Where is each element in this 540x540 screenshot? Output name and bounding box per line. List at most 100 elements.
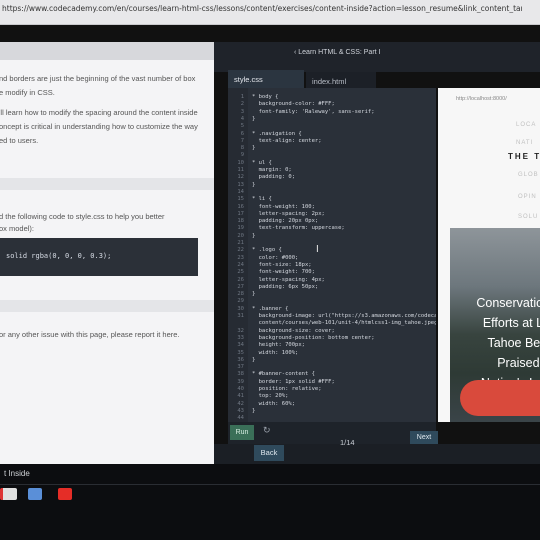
next-button[interactable]: Next bbox=[410, 431, 438, 445]
line-number: 27 bbox=[237, 283, 244, 290]
code-line[interactable]: padding: 6px 50px; bbox=[252, 284, 319, 290]
code-line[interactable]: border: 1px solid #FFF; bbox=[252, 379, 335, 385]
code-snippet: solid rgba(0, 0, 0, 0.3); bbox=[0, 238, 198, 276]
code-line[interactable]: margin: 0; bbox=[252, 167, 292, 173]
line-number: 26 bbox=[237, 276, 244, 283]
line-number: 28 bbox=[237, 291, 244, 298]
line-number: 7 bbox=[240, 137, 244, 144]
line-number: 13 bbox=[237, 181, 244, 188]
code-line[interactable]: * body { bbox=[252, 94, 279, 100]
url-text[interactable]: https://www.codecademy.com/en/courses/le… bbox=[2, 4, 522, 13]
line-number: 25 bbox=[237, 269, 244, 276]
line-number: 44 bbox=[237, 415, 244, 422]
line-number: 1 bbox=[240, 94, 244, 100]
code-line[interactable]: padding: 20px 0px; bbox=[252, 218, 319, 224]
preview-logo: THE TER bbox=[508, 152, 540, 161]
code-editor[interactable]: 1 * body {2 background-color: #FFF; 3 font… bbox=[228, 88, 436, 422]
preview-nav-item[interactable]: LOCA bbox=[516, 122, 536, 128]
line-number: 6 bbox=[240, 130, 244, 137]
code-line[interactable]: background-size: cover; bbox=[252, 328, 335, 334]
preview-nav-item[interactable]: NATI bbox=[516, 140, 533, 146]
code-line[interactable]: background-image: url("https://s3.amazon… bbox=[252, 313, 436, 319]
line-number: 4 bbox=[240, 115, 244, 122]
code-line[interactable]: * .banner { bbox=[252, 306, 288, 312]
code-line[interactable]: text-transform: uppercase; bbox=[252, 225, 345, 231]
line-number: 22 bbox=[237, 247, 244, 254]
headline-line: Conservation bbox=[476, 296, 540, 310]
code-line[interactable]: } bbox=[252, 145, 255, 151]
divider-band bbox=[0, 300, 214, 312]
line-number: 41 bbox=[237, 393, 244, 400]
code-line[interactable]: } bbox=[252, 182, 255, 188]
youtube-icon[interactable] bbox=[58, 488, 72, 500]
code-line[interactable]: * #banner-content { bbox=[252, 371, 315, 377]
preview-boat-image bbox=[460, 380, 540, 416]
code-line[interactable]: } bbox=[252, 116, 255, 122]
code-line[interactable]: width: 100%; bbox=[252, 350, 299, 356]
preview-nav-item[interactable]: GLOB bbox=[518, 172, 539, 178]
code-line[interactable]: padding: 0; bbox=[252, 174, 295, 180]
instruction-line: 'll learn how to modify the spacing arou… bbox=[0, 108, 198, 117]
code-line[interactable]: height: 700px; bbox=[252, 342, 305, 348]
code-line[interactable]: * ul { bbox=[252, 160, 272, 166]
docs-icon[interactable] bbox=[28, 488, 42, 500]
line-number: 32 bbox=[237, 327, 244, 334]
course-header: ‹ Learn HTML & CSS: Part I bbox=[214, 42, 540, 72]
code-line[interactable]: font-weight: 100; bbox=[252, 204, 315, 210]
line-number: 30 bbox=[237, 305, 244, 312]
report-text[interactable]: or any other issue with this page, pleas… bbox=[0, 328, 180, 341]
line-number: 42 bbox=[237, 400, 244, 407]
code-line[interactable]: background-color: #FFF; bbox=[252, 101, 335, 107]
line-number: 35 bbox=[237, 349, 244, 356]
code-line[interactable]: text-align: center; bbox=[252, 138, 322, 144]
code-line[interactable]: font-family: 'Raleway', sans-serif; bbox=[252, 109, 375, 115]
code-line[interactable]: * .navigation { bbox=[252, 131, 302, 137]
code-line[interactable]: color: #000; bbox=[252, 255, 299, 261]
code-line[interactable]: * li { bbox=[252, 196, 272, 202]
line-number: 38 bbox=[237, 371, 244, 378]
code-line[interactable]: } bbox=[252, 408, 255, 414]
instruction-line: e modify in CSS. bbox=[0, 88, 55, 97]
code-line[interactable]: } bbox=[252, 357, 255, 363]
code-snippet-text: solid rgba(0, 0, 0, 0.3); bbox=[6, 252, 112, 260]
line-number: 12 bbox=[237, 174, 244, 181]
preview-nav-item[interactable]: OPIN bbox=[518, 194, 537, 200]
line-number: 37 bbox=[237, 364, 244, 371]
back-button[interactable]: Back bbox=[254, 445, 284, 461]
code-line[interactable]: letter-spacing: 4px; bbox=[252, 277, 325, 283]
line-number: 43 bbox=[237, 407, 244, 414]
step-band bbox=[0, 178, 214, 190]
code-line[interactable]: width: 60%; bbox=[252, 401, 295, 407]
preview-nav-item[interactable]: SOLU bbox=[518, 214, 538, 220]
code-line[interactable]: position: relative; bbox=[252, 386, 322, 392]
line-number: 19 bbox=[237, 225, 244, 232]
tab-style-css[interactable]: style.css bbox=[228, 70, 304, 88]
text-cursor-icon: I bbox=[316, 244, 319, 255]
code-line[interactable]: } bbox=[252, 291, 255, 297]
refresh-icon[interactable]: ↻ bbox=[263, 425, 271, 436]
code-line[interactable]: * .logo { bbox=[252, 247, 282, 253]
code-line[interactable]: } bbox=[252, 233, 255, 239]
window-title: t Inside bbox=[4, 469, 30, 478]
code-line[interactable]: content/courses/web-101/unit-4/htmlcss1-… bbox=[252, 320, 436, 326]
code-line[interactable]: top: 20%; bbox=[252, 393, 289, 399]
run-button[interactable]: Run bbox=[230, 425, 254, 440]
step-line: ox model): bbox=[0, 224, 35, 233]
code-line[interactable]: letter-spacing: 2px; bbox=[252, 211, 325, 217]
instructions-pane: nd borders are just the beginning of the… bbox=[0, 42, 214, 466]
browser-url-bar[interactable]: https://www.codecademy.com/en/courses/le… bbox=[0, 0, 540, 25]
instructions-header bbox=[0, 42, 214, 60]
gmail-icon[interactable] bbox=[0, 488, 17, 500]
instruction-line: ed to users. bbox=[0, 136, 39, 145]
instruction-line: oncept is critical in understanding how … bbox=[0, 122, 198, 131]
code-line[interactable]: background-position: bottom center; bbox=[252, 335, 375, 341]
web-preview[interactable]: http://localhost:8000/ LOCA NATI THE TER… bbox=[438, 88, 540, 422]
code-line[interactable]: font-size: 18px; bbox=[252, 262, 312, 268]
line-number: 34 bbox=[237, 342, 244, 349]
course-title[interactable]: ‹ Learn HTML & CSS: Part I bbox=[294, 49, 381, 56]
instruction-line: nd borders are just the beginning of the… bbox=[0, 74, 196, 83]
line-number: 3 bbox=[240, 108, 244, 115]
code-line[interactable]: font-weight: 700; bbox=[252, 269, 315, 275]
line-number: 39 bbox=[237, 378, 244, 385]
line-number: 33 bbox=[237, 334, 244, 341]
